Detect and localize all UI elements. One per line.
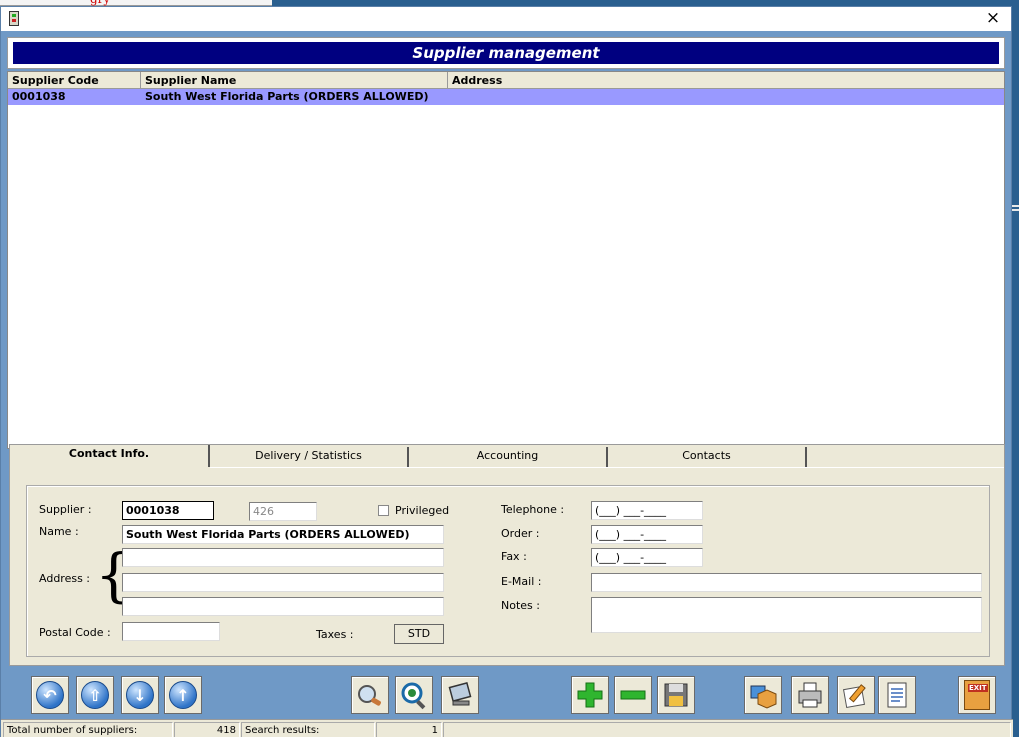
view-button[interactable] [395,676,433,714]
previous-record-button[interactable]: ⇧ [76,676,114,714]
postal-code-label: Postal Code : [39,626,111,639]
email-label: E-Mail : [501,575,542,588]
package-button[interactable] [744,676,782,714]
first-record-button[interactable]: ↶ [31,676,69,714]
eye-magnifier-icon [401,682,426,710]
tab-contact-info[interactable]: Contact Info. [10,445,210,467]
address-line-1-field[interactable] [122,548,444,567]
taxes-label: Taxes : [316,628,354,641]
order-phone-field[interactable]: (___) ___-____ [591,525,703,544]
tab-accounting[interactable]: Accounting [409,447,608,467]
total-suppliers-label: Total number of suppliers: [3,722,173,737]
fax-field[interactable]: (___) ___-____ [591,548,703,567]
next-record-button[interactable]: ↓ [121,676,159,714]
search-results-value: 1 [376,722,442,737]
pencil-note-icon [842,684,866,709]
exit-button[interactable]: EXIT [958,676,996,714]
desktop-edge-marks [1012,205,1019,215]
notes-label: Notes : [501,599,540,612]
package-icon [750,685,777,709]
plus-icon [577,682,603,708]
supplier-code-field[interactable]: 0001038 [122,501,214,520]
address-label: Address : [39,572,91,585]
exit-door-icon: EXIT [964,680,990,710]
supplier-label: Supplier : [39,503,92,516]
monitor-icon [448,681,472,706]
close-icon[interactable]: × [983,8,1003,28]
privileged-checkbox[interactable] [378,505,389,516]
search-button[interactable] [351,676,389,714]
arrow-left-circle-icon: ↶ [36,681,64,709]
email-field[interactable] [591,573,982,592]
column-header-address[interactable]: Address [448,72,1004,88]
magnifier-icon [358,685,381,706]
status-panel-empty [443,722,1011,737]
grid-header: Supplier Code Supplier Name Address [8,72,1004,89]
supplier-window: × Supplier management Supplier Code Supp… [0,6,1013,737]
exit-label: EXIT [968,684,988,692]
notes-field[interactable] [591,597,982,633]
minus-icon [620,690,646,700]
print-button[interactable] [791,676,829,714]
address-line-3-field[interactable] [122,597,444,616]
order-label: Order : [501,527,540,540]
cell-address [448,89,1004,105]
document-icon [887,682,907,708]
supplier-id-field: 426 [249,502,317,521]
name-label: Name : [39,525,79,538]
status-bar: Total number of suppliers: 418 Search re… [1,719,1013,737]
postal-code-field[interactable] [122,622,220,641]
monitor-button[interactable] [441,676,479,714]
address-line-2-field[interactable] [122,573,444,592]
edit-note-button[interactable] [837,676,875,714]
column-header-supplier-code[interactable]: Supplier Code [8,72,141,88]
tab-delivery-statistics[interactable]: Delivery / Statistics [210,447,409,467]
app-icon [9,11,19,26]
name-field[interactable]: South West Florida Parts (ORDERS ALLOWED… [122,525,444,544]
contact-info-group: Supplier : 0001038 426 Privileged Name :… [26,485,990,657]
add-button[interactable] [571,676,609,714]
table-row[interactable]: 0001038 South West Florida Parts (ORDERS… [8,89,1004,105]
search-results-label: Search results: [241,722,375,737]
arrow-down-circle-icon: ↓ [126,681,154,709]
telephone-field[interactable]: (___) ___-____ [591,501,703,520]
report-button[interactable] [878,676,916,714]
telephone-label: Telephone : [501,503,565,516]
last-record-button[interactable]: ↑ [164,676,202,714]
tab-strip: Contact Info. Delivery / Statistics Acco… [10,445,1004,468]
fax-label: Fax : [501,550,527,563]
detail-panel: Contact Info. Delivery / Statistics Acco… [9,444,1005,666]
banner-frame: Supplier management [7,37,1005,69]
supplier-grid[interactable]: Supplier Code Supplier Name Address 0001… [7,71,1005,449]
printer-icon [798,682,822,708]
arrow-up-circle-icon: ↑ [169,681,197,709]
page-title: Supplier management [13,42,999,64]
tab-contacts[interactable]: Contacts [608,447,807,467]
privileged-label: Privileged [395,504,450,517]
save-button[interactable] [657,676,695,714]
column-header-supplier-name[interactable]: Supplier Name [141,72,448,88]
floppy-disk-icon [664,683,688,707]
arrow-up-circle-icon: ⇧ [81,681,109,709]
delete-button[interactable] [614,676,652,714]
taxes-button[interactable]: STD [394,624,444,644]
cell-supplier-code: 0001038 [12,90,66,103]
cell-supplier-name: South West Florida Parts (ORDERS ALLOWED… [145,90,429,103]
bottom-toolbar: ↶ ⇧ ↓ ↑ EXIT [1,667,1013,719]
title-bar: × [1,7,1011,31]
total-suppliers-value: 418 [174,722,240,737]
